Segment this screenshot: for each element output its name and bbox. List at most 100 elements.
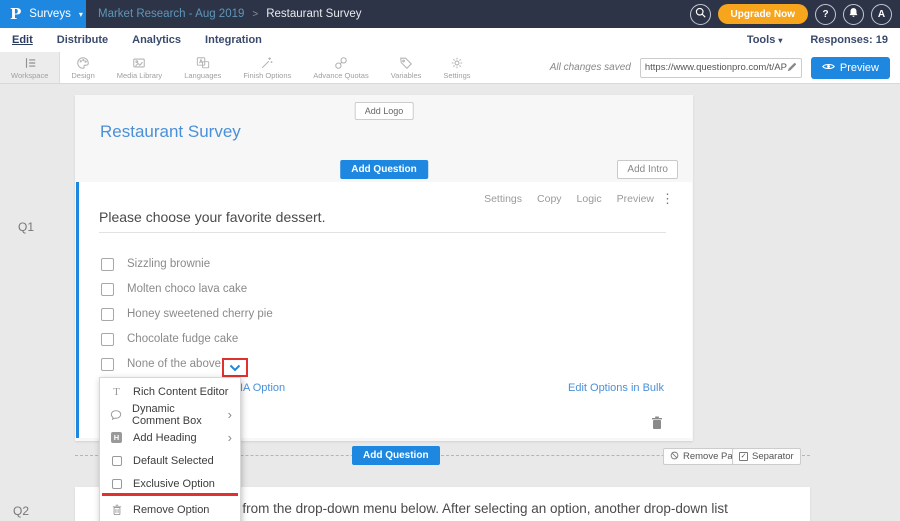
question-index-q2: Q2 [13,504,29,518]
answer-option-label[interactable]: Chocolate fudge cake [127,333,238,345]
survey-title[interactable]: Restaurant Survey [100,122,241,142]
toolbar-item-finish-options[interactable]: Finish Options [232,52,302,83]
checkbox[interactable] [101,308,114,321]
exclusive-option-annotation-underline [102,493,238,496]
menu-item-label: Default Selected [133,455,214,467]
question-settings-link[interactable]: Settings [484,193,522,205]
rich-text-icon: T [110,386,123,398]
notifications-button[interactable] [843,4,864,25]
toolbar-item-workspace[interactable]: Workspace [0,52,60,83]
toolbar-item-label: Advance Quotas [313,71,368,80]
help-button[interactable]: ? [815,4,836,25]
save-status: All changes saved [550,62,631,73]
toolbar-item-label: Media Library [117,71,162,80]
answer-option-label[interactable]: Honey sweetened cherry pie [127,308,273,320]
breadcrumb-separator: > [252,9,258,20]
survey-url-value: https://www.questionpro.com/t/APNrFZ [645,62,787,73]
toolbar-item-variables[interactable]: Variables [380,52,433,83]
upgrade-now-button[interactable]: Upgrade Now [718,4,808,24]
design-icon [76,56,90,70]
survey-url-field[interactable]: https://www.questionpro.com/t/APNrFZ [640,58,802,78]
checkbox-icon [110,479,123,489]
toolbar-item-label: Workspace [11,71,48,80]
breadcrumb-parent-link[interactable]: Market Research - Aug 2019 [98,8,244,20]
menu-item-dynamic-comment-box[interactable]: Dynamic Comment Box › [100,403,240,426]
eye-icon [822,62,835,74]
languages-icon [196,56,210,70]
checkbox[interactable] [101,358,114,371]
answer-option-label[interactable]: None of the above [127,358,221,370]
chevron-down-icon[interactable] [229,359,241,377]
menu-item-exclusive-option[interactable]: Exclusive Option [100,472,240,495]
question-preview-link[interactable]: Preview [617,193,654,205]
add-intro-button[interactable]: Add Intro [617,160,678,179]
advance-quotas-icon [334,56,348,70]
tab-distribute[interactable]: Distribute [57,34,108,46]
answer-option-row: None of the above [101,354,221,374]
surveys-label: Surveys [29,8,71,20]
menu-item-remove-option[interactable]: Remove Option [100,498,240,521]
option-context-menu: T Rich Content Editor Dynamic Comment Bo… [99,377,241,521]
search-button[interactable] [690,4,711,25]
separator-button[interactable]: ✓ Separator [732,448,801,465]
checkbox[interactable] [101,283,114,296]
preview-button[interactable]: Preview [811,57,890,79]
toolbar-item-design[interactable]: Design [60,52,105,83]
avatar[interactable]: A [871,4,892,25]
toolbar-item-media-library[interactable]: Media Library [106,52,173,83]
answer-option-label[interactable]: Sizzling brownie [127,258,210,270]
na-option-link[interactable]: NA Option [235,382,285,394]
tabbar-right: Tools▾ Responses: 19 [747,34,888,46]
question-text-underline [99,232,666,233]
settings-icon [450,56,464,70]
question-logic-link[interactable]: Logic [577,193,602,205]
breadcrumb-current: Restaurant Survey [266,8,361,20]
tab-edit[interactable]: Edit [12,34,33,46]
option-menu-annotation-box [222,358,248,377]
edit-options-in-bulk-link[interactable]: Edit Options in Bulk [568,382,664,394]
menu-item-rich-content-editor[interactable]: T Rich Content Editor [100,380,240,403]
toolbar-item-label: Settings [443,71,470,80]
add-logo-button[interactable]: Add Logo [355,102,414,120]
menu-item-default-selected[interactable]: Default Selected [100,449,240,472]
submenu-arrow-icon: › [228,408,240,421]
menu-item-label: Exclusive Option [133,478,215,490]
toolbar-item-label: Finish Options [243,71,291,80]
toolbar-item-languages[interactable]: Languages [173,52,232,83]
menu-item-label: Add Heading [133,432,197,444]
delete-question-button[interactable] [651,416,663,435]
menu-item-label: Rich Content Editor [133,386,228,398]
preview-label: Preview [840,62,879,74]
answer-option-row: Molten choco lava cake [101,279,247,299]
separator-label: Separator [752,451,794,462]
toolbar-right: All changes saved https://www.questionpr… [550,52,900,83]
question-copy-link[interactable]: Copy [537,193,562,205]
tab-bar: Edit Distribute Analytics Integration To… [0,28,900,52]
toolbar-item-label: Design [71,71,94,80]
add-question-button-bottom[interactable]: Add Question [352,446,440,465]
checkbox[interactable] [101,258,114,271]
tab-analytics[interactable]: Analytics [132,34,181,46]
menu-item-add-heading[interactable]: H Add Heading › [100,426,240,449]
question-index-q1: Q1 [18,220,34,234]
add-question-button-top[interactable]: Add Question [340,160,428,179]
answer-option-label[interactable]: Molten choco lava cake [127,283,247,295]
kebab-menu-icon[interactable]: ⋮ [661,191,674,207]
tools-label: Tools [747,34,776,46]
pencil-icon[interactable] [787,59,797,77]
chevron-down-icon: ▾ [778,36,782,45]
menu-item-label: Remove Option [133,504,209,516]
checkbox[interactable] [101,333,114,346]
tab-integration[interactable]: Integration [205,34,262,46]
tools-menu[interactable]: Tools▾ [747,34,783,46]
breadcrumb: Market Research - Aug 2019 > Restaurant … [98,0,361,28]
remove-page-break-icon [670,451,679,463]
question-actions: Settings Copy Logic Preview [484,193,654,205]
question-text[interactable]: Please choose your favorite dessert. [99,209,325,225]
toolbar-item-settings[interactable]: Settings [432,52,481,83]
finish-options-icon [260,56,274,70]
toolbar-item-advance-quotas[interactable]: Advance Quotas [302,52,379,83]
chevron-down-icon: ▾ [79,10,83,19]
surveys-menu-button[interactable]: P Surveys ▾ [0,0,86,28]
responses-count[interactable]: Responses: 19 [810,34,888,46]
